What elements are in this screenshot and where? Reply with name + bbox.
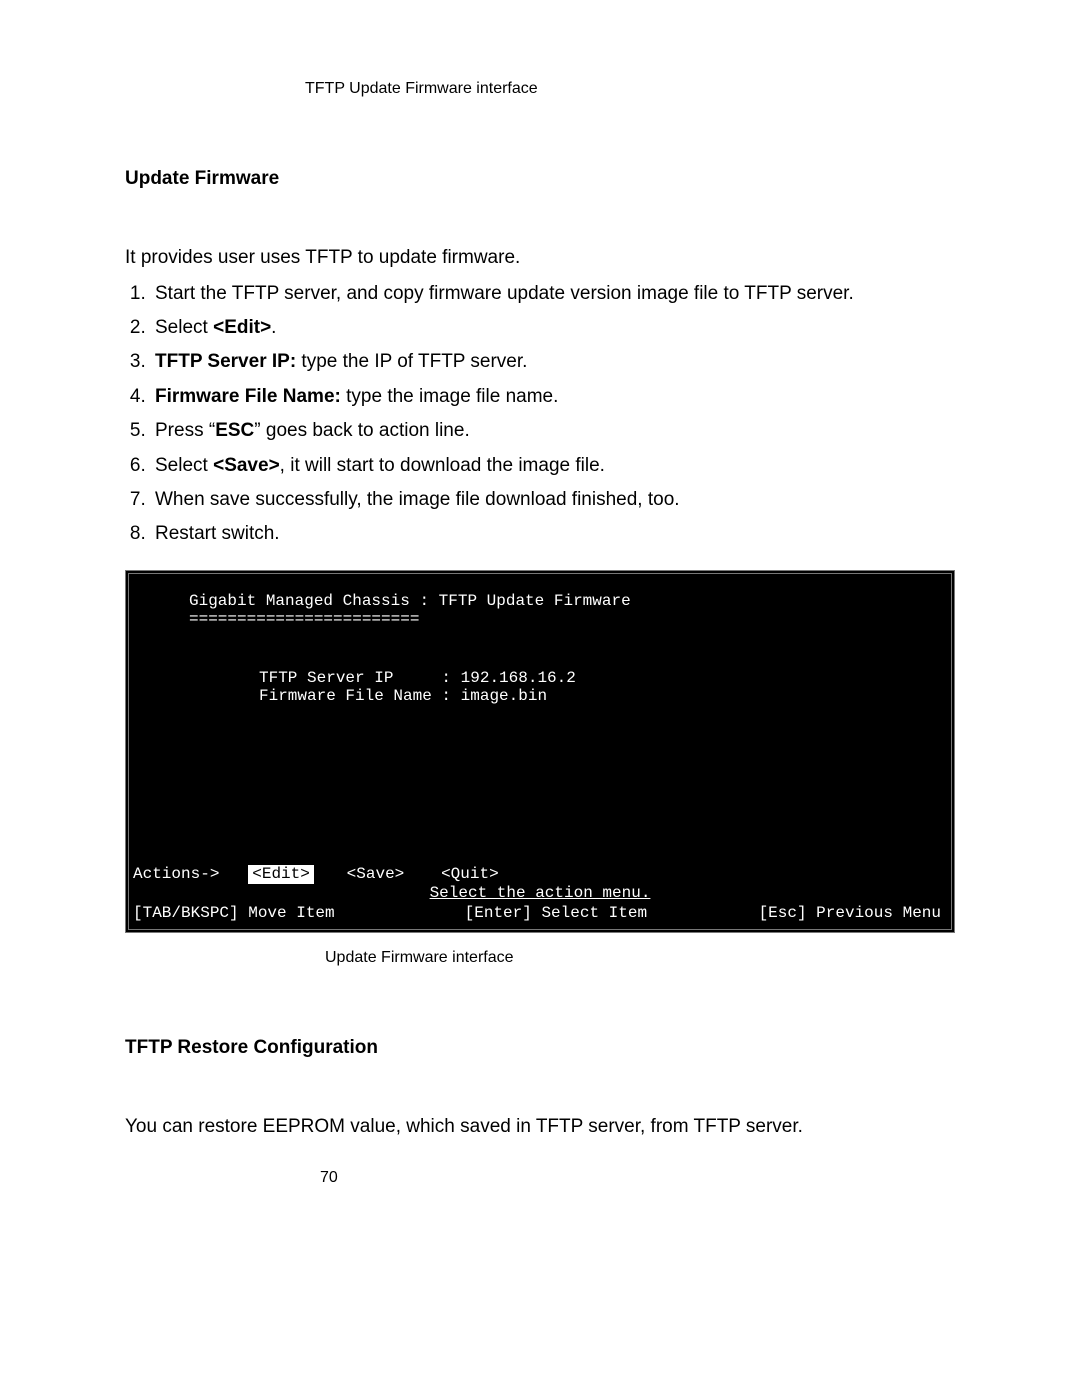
field-ip-label: TFTP Server IP : (259, 669, 461, 687)
terminal-help-row: [TAB/BKSPC] Move Item [Enter] Select Ite… (129, 902, 951, 928)
action-save[interactable]: <Save> (343, 865, 409, 883)
action-edit[interactable]: <Edit> (248, 865, 314, 883)
terminal-select-hint: Select the action menu. (129, 884, 951, 902)
step-4-bold: Firmware File Name: (155, 386, 341, 407)
terminal-title: Gigabit Managed Chassis : TFTP Update Fi… (189, 592, 941, 610)
step-5-bold: ESC (215, 420, 254, 441)
step-6-post: , it will start to download the image fi… (280, 455, 605, 476)
page-number: 70 (320, 1169, 955, 1187)
intro-paragraph: It provides user uses TFTP to update fir… (125, 245, 955, 271)
document-page: TFTP Update Firmware interface Update Fi… (0, 0, 1080, 1397)
field-file-label: Firmware File Name : (259, 687, 461, 705)
step-5-pre: Press “ (155, 420, 215, 441)
step-6-pre: Select (155, 455, 213, 476)
terminal-separator: ======================== (189, 610, 941, 628)
step-6-bold: <Save> (213, 455, 280, 476)
figure-caption-top: TFTP Update Firmware interface (305, 80, 955, 98)
step-3-post: type the IP of TFTP server. (296, 351, 527, 372)
section-heading-restore-config: TFTP Restore Configuration (125, 1037, 955, 1059)
field-ip-value: 192.168.16.2 (461, 669, 576, 687)
terminal-screenshot: Gigabit Managed Chassis : TFTP Update Fi… (125, 570, 955, 933)
step-5: Press “ESC” goes back to action line. (151, 416, 955, 446)
terminal-select-hint-text: Select the action menu. (430, 884, 651, 902)
actions-label: Actions-> (133, 865, 219, 883)
step-4-post: type the image file name. (341, 386, 559, 407)
figure-caption-mid: Update Firmware interface (325, 949, 955, 967)
step-1: Start the TFTP server, and copy firmware… (151, 279, 955, 309)
step-5-post: ” goes back to action line. (254, 420, 469, 441)
step-6: Select <Save>, it will start to download… (151, 451, 955, 481)
field-file-value: image.bin (461, 687, 547, 705)
step-3-bold: TFTP Server IP: (155, 351, 296, 372)
step-2-pre: Select (155, 317, 213, 338)
step-3: TFTP Server IP: type the IP of TFTP serv… (151, 347, 955, 377)
step-2: Select <Edit>. (151, 313, 955, 343)
step-8: Restart switch. (151, 519, 955, 549)
terminal-fields: TFTP Server IP : 192.168.16.2 Firmware F… (259, 669, 941, 706)
section-heading-update-firmware: Update Firmware (125, 168, 955, 190)
terminal-actions-row: Actions-> <Edit> <Save> <Quit> (129, 865, 951, 883)
instruction-list: Start the TFTP server, and copy firmware… (125, 279, 955, 550)
help-move-item: [TAB/BKSPC] Move Item (133, 904, 335, 922)
action-quit[interactable]: <Quit> (437, 865, 503, 883)
terminal-body: Gigabit Managed Chassis : TFTP Update Fi… (129, 574, 951, 706)
step-2-post: . (271, 317, 276, 338)
step-2-bold: <Edit> (213, 317, 271, 338)
help-previous-menu: [Esc] Previous Menu (759, 904, 941, 922)
step-4: Firmware File Name: type the image file … (151, 382, 955, 412)
help-select-item: [Enter] Select Item (465, 904, 647, 922)
step-7: When save successfully, the image file d… (151, 485, 955, 515)
restore-paragraph: You can restore EEPROM value, which save… (125, 1114, 955, 1140)
